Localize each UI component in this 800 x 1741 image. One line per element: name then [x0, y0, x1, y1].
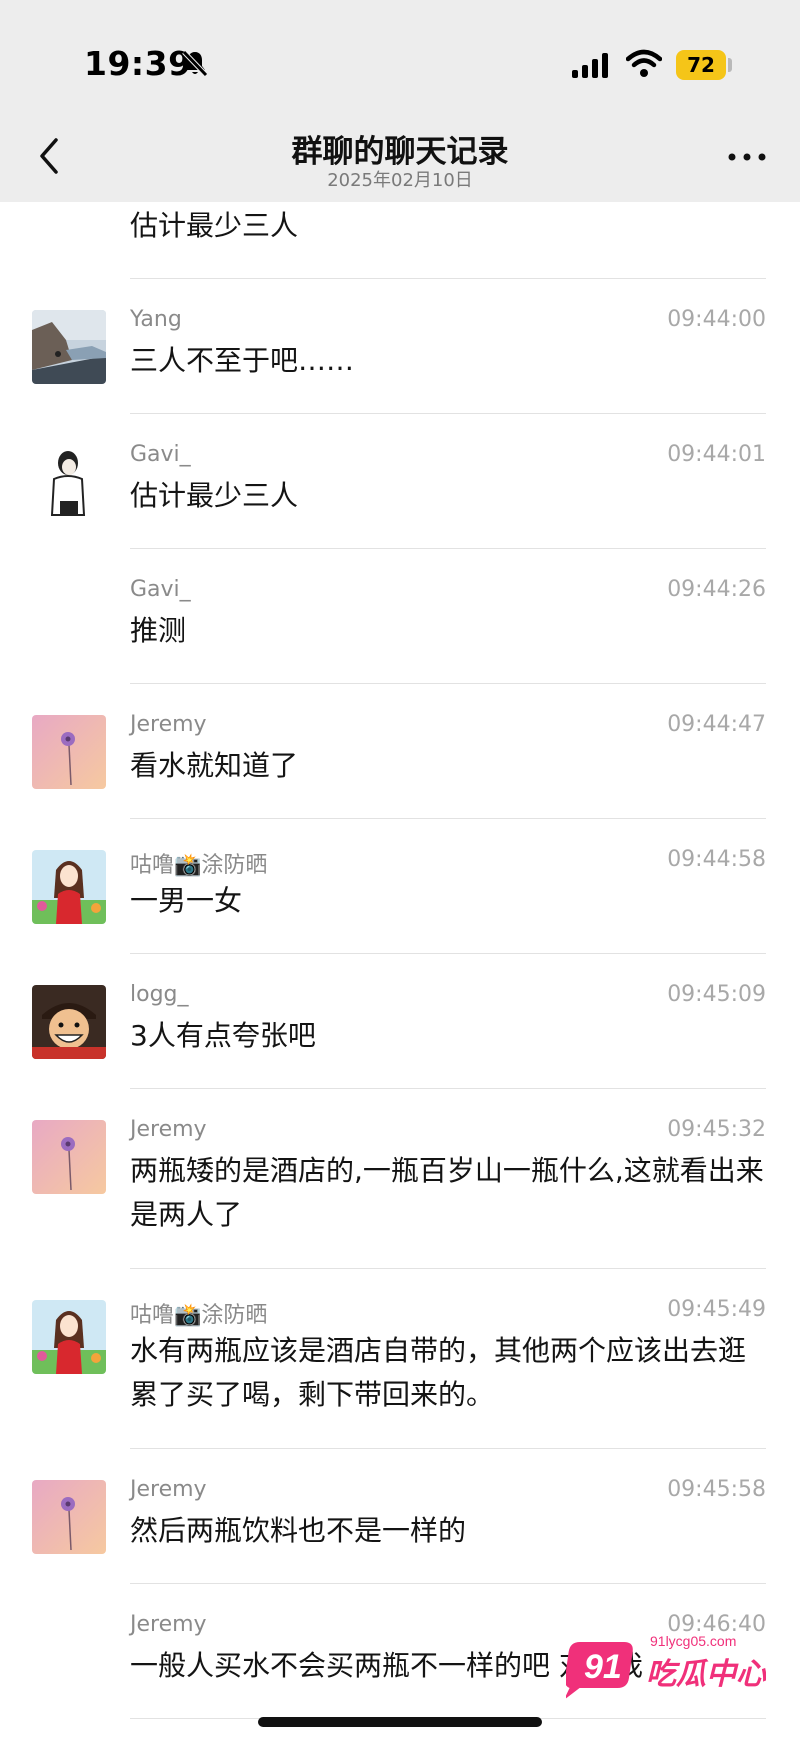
message-text: 推测 — [130, 614, 187, 647]
home-indicator[interactable] — [258, 1717, 542, 1727]
message-time: 09:45:49 — [667, 1297, 766, 1322]
chat-history-page: 19:39 72 群聊的聊天记录 2025年02月10日 估计最少三人 Yang… — [0, 0, 800, 1741]
message-time: 09:44:01 — [667, 442, 766, 467]
message-time: 09:45:32 — [667, 1117, 766, 1142]
message-text: 两瓶矮的是酒店的,一瓶百岁山一瓶什么,这就看出来是两人了 — [130, 1154, 764, 1231]
back-chevron-icon[interactable] — [28, 134, 72, 178]
sender-name: Jeremy — [130, 1612, 207, 1637]
sender-name: Yang — [130, 307, 182, 332]
message-text: 三人不至于吧…… — [130, 344, 355, 377]
message-item[interactable]: Gavi_ 09:44:26 推测 — [0, 549, 800, 684]
page-date: 2025年02月10日 — [327, 170, 473, 191]
message-item[interactable]: logg_ 09:45:09 3人有点夸张吧 — [0, 954, 800, 1089]
bell-muted-icon — [182, 50, 208, 77]
sender-name: Jeremy — [130, 712, 207, 737]
message-item[interactable]: Jeremy 09:45:58 然后两瓶饮料也不是一样的 — [0, 1449, 800, 1584]
status-time: 19:39 — [84, 44, 192, 83]
sender-name: 咕噜📸涂防晒 — [130, 853, 268, 878]
message-text: 估计最少三人 — [130, 479, 299, 512]
message-item[interactable]: 咕噜📸涂防晒 09:45:49 水有两瓶应该是酒店自带的，其他两个应该出去逛累了… — [0, 1269, 800, 1449]
message-text: 然后两瓶饮料也不是一样的 — [130, 1514, 467, 1547]
avatar[interactable] — [32, 985, 106, 1059]
avatar[interactable] — [32, 445, 106, 519]
sender-name: Gavi_ — [130, 442, 191, 467]
message-item[interactable]: 估计最少三人 — [0, 202, 800, 279]
watermark-brand: 吃瓜中心 — [646, 1657, 766, 1692]
sender-name: 咕噜📸涂防晒 — [130, 1303, 268, 1328]
watermark-number: 91 — [584, 1648, 622, 1686]
message-time: 09:44:58 — [667, 847, 766, 872]
message-list: 估计最少三人 Yang 09:44:00 三人不至于吧…… Gavi_ 09:4… — [0, 202, 800, 1719]
status-bar: 19:39 72 — [0, 0, 800, 120]
sender-name: Jeremy — [130, 1477, 207, 1502]
message-text: 估计最少三人 — [130, 209, 299, 242]
message-item[interactable]: Gavi_ 09:44:01 估计最少三人 — [0, 414, 800, 549]
avatar[interactable] — [32, 1480, 106, 1554]
message-time: 09:44:47 — [667, 712, 766, 737]
avatar[interactable] — [32, 850, 106, 924]
message-item[interactable]: Yang 09:44:00 三人不至于吧…… — [0, 279, 800, 414]
sender-name: Jeremy — [130, 1117, 207, 1142]
avatar[interactable] — [32, 1300, 106, 1374]
message-text: 看水就知道了 — [130, 749, 299, 782]
avatar[interactable] — [32, 1120, 106, 1194]
watermark-url: 91lycg05.com — [650, 1633, 736, 1649]
message-text: 3人有点夸张吧 — [130, 1019, 316, 1052]
wifi-icon — [626, 49, 662, 77]
message-item[interactable]: 咕噜📸涂防晒 09:44:58 一男一女 — [0, 819, 800, 954]
avatar[interactable] — [32, 310, 106, 384]
sender-name: Gavi_ — [130, 577, 191, 602]
watermark-logo: 91 91lycg05.com 吃瓜中心 — [566, 1633, 766, 1700]
message-text: 水有两瓶应该是酒店自带的，其他两个应该出去逛累了买了喝，剩下带回来的。 — [130, 1334, 747, 1411]
message-time: 09:45:58 — [667, 1477, 766, 1502]
message-item[interactable]: Jeremy 09:45:32 两瓶矮的是酒店的,一瓶百岁山一瓶什么,这就看出来… — [0, 1089, 800, 1269]
message-item[interactable]: Jeremy 09:44:47 看水就知道了 — [0, 684, 800, 819]
sender-name: logg_ — [130, 982, 189, 1007]
message-time: 09:44:00 — [667, 307, 766, 332]
cellular-signal-icon — [572, 53, 608, 78]
avatar[interactable] — [32, 715, 106, 789]
battery-level: 72 — [676, 50, 726, 80]
battery-tip — [728, 58, 732, 72]
page-title: 群聊的聊天记录 — [291, 134, 509, 170]
more-options-icon[interactable] — [722, 142, 772, 172]
message-time: 09:45:09 — [667, 982, 766, 1007]
message-time: 09:44:26 — [667, 577, 766, 602]
nav-bar: 群聊的聊天记录 2025年02月10日 — [0, 120, 800, 202]
message-text: 一男一女 — [130, 884, 243, 917]
